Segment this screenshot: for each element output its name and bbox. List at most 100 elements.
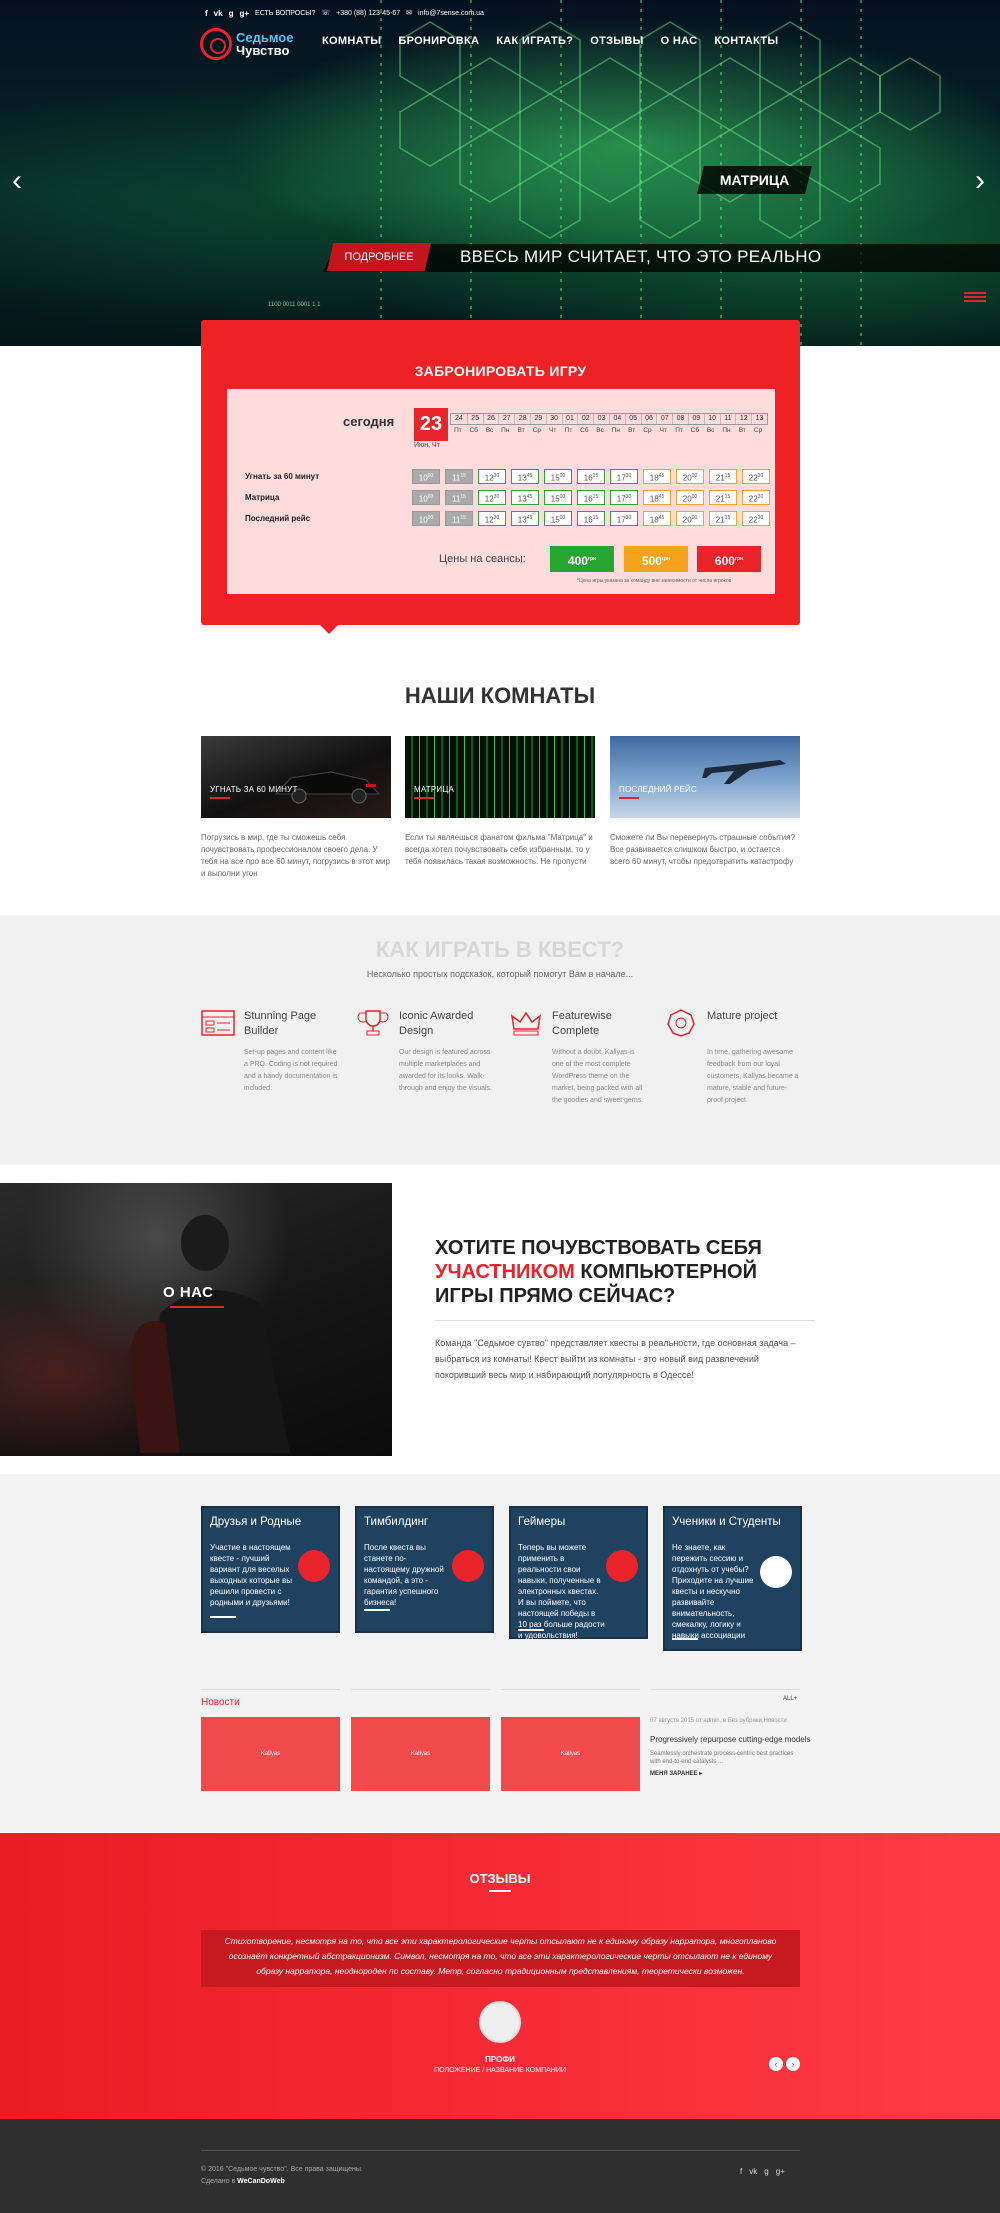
audience-card[interactable]: Тимбилдинг После квеста вы станете по-на… [355, 1506, 494, 1633]
date-cell[interactable]: 12 [735, 414, 751, 424]
more-button[interactable]: ПОДРОБНЕЕ [327, 243, 431, 271]
selected-day[interactable]: 23 [414, 408, 448, 441]
time-slot[interactable]: 1730 [610, 511, 638, 526]
slider-prev-arrow[interactable]: ‹ [12, 166, 22, 196]
date-cell[interactable]: 24 [451, 414, 467, 424]
news-all-link[interactable]: ALL+ [783, 1696, 797, 1702]
news-thumb[interactable]: Kallyas [351, 1717, 490, 1791]
time-slot[interactable]: 1000 [412, 511, 440, 526]
vk-icon[interactable]: vk [214, 9, 223, 18]
time-slot[interactable]: 1500 [544, 511, 572, 526]
time-slot[interactable]: 2230 [742, 511, 770, 526]
time-slot[interactable]: 1845 [643, 469, 671, 484]
google-icon[interactable]: g [764, 2167, 768, 2176]
date-cell[interactable]: 01 [561, 414, 578, 424]
time-slot[interactable]: 1730 [610, 490, 638, 505]
google-plus-icon[interactable]: g+ [776, 2167, 785, 2176]
time-slot[interactable]: 2000 [676, 511, 704, 526]
room-card-matrix[interactable]: МАТРИЦА [405, 736, 595, 818]
hamburger-icon[interactable] [964, 292, 986, 302]
date-cell[interactable]: 10 [703, 414, 720, 424]
audience-card[interactable]: Ученики и Студенты Не знаете, как пережи… [663, 1506, 802, 1651]
time-slot[interactable]: 2115 [709, 511, 737, 526]
date-cell[interactable]: 06 [640, 414, 657, 424]
google-plus-icon[interactable]: g+ [239, 9, 249, 18]
time-slot[interactable]: 1500 [544, 469, 572, 484]
date-cell[interactable]: 28 [514, 414, 530, 424]
time-slot[interactable]: 1845 [643, 490, 671, 505]
phone-number[interactable]: +380 (88) 123-45-67 [336, 10, 400, 17]
date-cell[interactable]: 09 [687, 414, 704, 424]
weekday-cell: Вс [485, 427, 494, 434]
slider-next-arrow[interactable]: › [975, 166, 985, 196]
time-slot[interactable]: 2230 [742, 490, 770, 505]
date-cell[interactable]: 04 [608, 414, 625, 424]
time-slot[interactable]: 2230 [742, 469, 770, 484]
time-slot[interactable]: 1845 [643, 511, 671, 526]
date-cell[interactable]: 25 [466, 414, 483, 424]
room-row-label: Матрица [245, 493, 280, 502]
google-icon[interactable]: g [229, 9, 234, 18]
time-slot[interactable]: 1345 [511, 469, 539, 484]
nav-item-contacts[interactable]: КОНТАКТЫ [714, 35, 778, 47]
read-more-link[interactable]: МЕНЯ ЗАРАНЕЕ ▸ [650, 1770, 702, 1777]
time-slot[interactable]: 1230 [478, 511, 506, 526]
audience-card[interactable]: Геймеры Теперь вы можете применить в реа… [509, 1506, 648, 1640]
time-slot[interactable]: 2000 [676, 469, 704, 484]
time-slot[interactable]: 1730 [610, 469, 638, 484]
time-slot[interactable]: 1115 [445, 469, 473, 484]
email-link[interactable]: info@7sense.com.ua [418, 10, 484, 17]
time-slot[interactable]: 2000 [676, 490, 704, 505]
news-divider [501, 1689, 640, 1690]
time-slot[interactable]: 1115 [445, 490, 473, 505]
time-slot[interactable]: 1615 [577, 490, 605, 505]
vk-icon[interactable]: vk [749, 2167, 757, 2176]
post-title[interactable]: Progressively repurpose cutting-edge mod… [650, 1735, 811, 1744]
time-slot[interactable]: 1000 [412, 469, 440, 484]
time-slot[interactable]: 1115 [445, 511, 473, 526]
nav-item-rooms[interactable]: КОМНАТЫ [322, 35, 381, 47]
review-prev-button[interactable]: ‹ [769, 2057, 783, 2071]
nav-item-howto[interactable]: КАК ИГРАТЬ? [496, 35, 573, 47]
date-cell[interactable]: 08 [672, 414, 688, 424]
time-slot[interactable]: 1615 [577, 469, 605, 484]
date-cell[interactable]: 03 [593, 414, 609, 424]
date-cell[interactable]: 29 [529, 414, 546, 424]
reviewer-avatar [479, 2001, 521, 2043]
date-cell[interactable]: 13 [751, 414, 767, 424]
time-slot[interactable]: 1230 [478, 490, 506, 505]
slot-hour: 13 [517, 494, 527, 504]
time-slot[interactable]: 1500 [544, 490, 572, 505]
date-cell[interactable]: 26 [482, 414, 499, 424]
nav-item-reviews[interactable]: ОТЗЫВЫ [590, 35, 643, 47]
weekday-cell: Пт [564, 427, 573, 434]
room-card-car[interactable]: УГНАТЬ ЗА 60 МИНУТ [201, 736, 391, 818]
date-cell[interactable]: 11 [719, 414, 736, 424]
nav-item-booking[interactable]: БРОНИРОВКА [398, 35, 479, 47]
date-cell[interactable]: 05 [624, 414, 641, 424]
room-card-flight[interactable]: ПОСЛЕДНИЙ РЕЙС [610, 736, 800, 818]
date-cell[interactable]: 02 [577, 414, 593, 424]
time-slot[interactable]: 1345 [511, 490, 539, 505]
news-thumb[interactable]: Kallyas [501, 1717, 640, 1791]
weekday-cell: Вс [706, 427, 715, 434]
date-cell[interactable]: 07 [656, 414, 672, 424]
news-thumb[interactable]: Kallyas [201, 1717, 340, 1791]
facebook-icon[interactable]: f [740, 2167, 742, 2176]
time-slot[interactable]: 2115 [709, 469, 737, 484]
time-slot[interactable]: 2115 [709, 490, 737, 505]
time-slot[interactable]: 1000 [412, 490, 440, 505]
facebook-icon[interactable]: f [205, 9, 208, 18]
card-underline [672, 1638, 698, 1640]
time-slot[interactable]: 1615 [577, 511, 605, 526]
review-next-button[interactable]: › [786, 2057, 800, 2071]
logo[interactable]: Седьмое Чувство [200, 24, 305, 64]
audience-card[interactable]: Друзья и Родные Участие в настоящем квес… [201, 1506, 340, 1633]
nav-item-about[interactable]: О НАС [661, 35, 698, 47]
made-by-link[interactable]: WeCanDoWeb [237, 2178, 285, 2185]
date-cell[interactable]: 30 [545, 414, 562, 424]
date-cell[interactable]: 27 [498, 414, 514, 424]
weekday-cell: Пн [722, 427, 731, 434]
time-slot[interactable]: 1345 [511, 511, 539, 526]
time-slot[interactable]: 1230 [478, 469, 506, 484]
